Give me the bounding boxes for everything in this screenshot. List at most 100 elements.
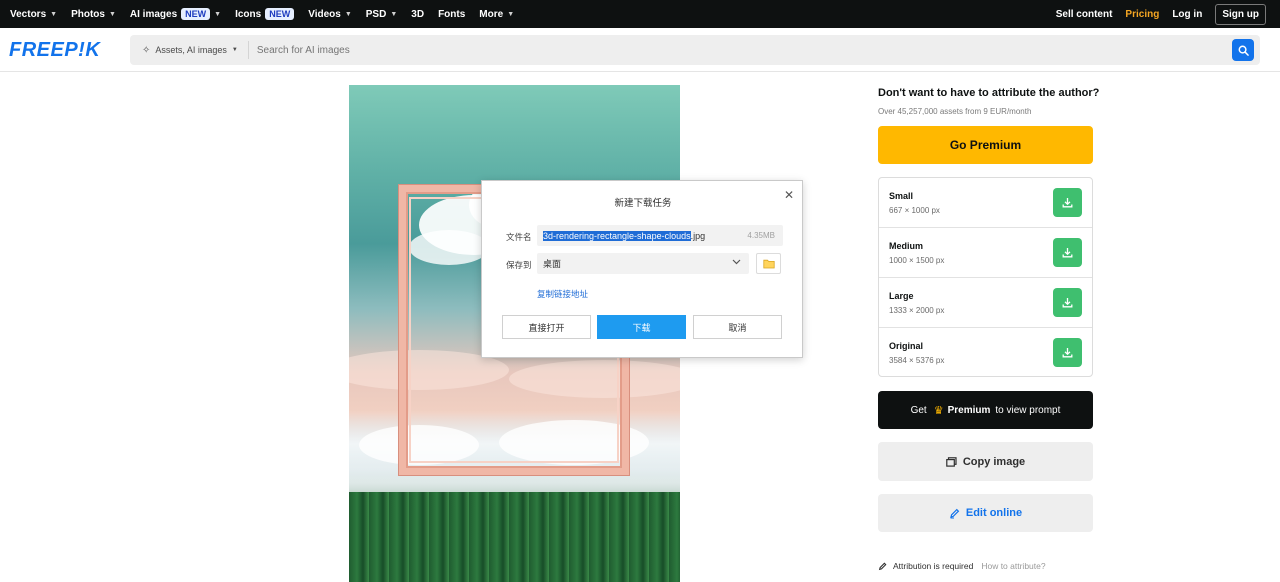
- folder-icon: [762, 259, 775, 268]
- size-dimensions: 1000 × 1500 px: [889, 256, 945, 265]
- sell-content-link[interactable]: Sell content: [1056, 9, 1113, 20]
- download-icon: [1062, 248, 1073, 258]
- attribution-required-text: Attribution is required: [893, 561, 974, 571]
- size-dimensions: 1333 × 2000 px: [889, 306, 945, 315]
- prompt-prefix: Get: [910, 404, 927, 416]
- nav-item-label: Icons: [235, 8, 262, 20]
- filename-extension: .jpg: [690, 230, 706, 241]
- chevron-down-icon: ▼: [108, 10, 116, 18]
- nav-item-videos[interactable]: Videos ▼: [308, 9, 352, 20]
- copy-image-button[interactable]: Copy image: [878, 442, 1093, 481]
- download-original-button[interactable]: [1053, 338, 1082, 367]
- nav-item-ai-images[interactable]: AI images NEW ▼: [130, 8, 221, 20]
- nav-item-label: Vectors: [10, 8, 47, 20]
- top-navigation-bar: Vectors ▼ Photos ▼ AI images NEW ▼ Icons NEW Vide…: [0, 0, 1280, 28]
- size-name: Original: [889, 341, 924, 351]
- filename-label: 文件名: [506, 232, 532, 242]
- signup-button[interactable]: Sign up: [1215, 3, 1266, 25]
- pricing-link[interactable]: Pricing: [1125, 9, 1159, 20]
- chevron-down-icon: ▼: [344, 10, 352, 18]
- search-scope-label: Assets, AI images: [155, 45, 227, 55]
- download-icon: [1062, 198, 1073, 208]
- size-dimensions: 3584 × 5376 px: [889, 356, 945, 365]
- pencil-icon: [949, 508, 960, 519]
- prompt-suffix: to view prompt: [995, 404, 1061, 416]
- size-option-small: Small 667 × 1000 px: [879, 178, 1092, 228]
- filename-field[interactable]: 3d-rendering-rectangle-shape-clouds .jpg …: [537, 225, 783, 246]
- chevron-down-icon: ▼: [507, 10, 515, 18]
- search-bar: ✧ Assets, AI images ▼: [130, 35, 1260, 65]
- copy-link-address[interactable]: 复制链接地址: [537, 288, 588, 300]
- nav-account: Sell content Pricing Log in Sign up: [1056, 0, 1280, 28]
- download-small-button[interactable]: [1053, 188, 1082, 217]
- edit-online-button[interactable]: Edit online: [878, 494, 1093, 532]
- go-premium-button[interactable]: Go Premium: [878, 126, 1093, 164]
- save-to-label: 保存到: [506, 260, 532, 270]
- download-icon: [1062, 298, 1073, 308]
- nav-item-fonts[interactable]: Fonts: [438, 9, 465, 20]
- nav-item-photos[interactable]: Photos ▼: [71, 9, 116, 20]
- download-button[interactable]: 下载: [597, 315, 686, 339]
- prompt-premium: Premium: [947, 404, 991, 416]
- how-to-attribute-link[interactable]: How to attribute?: [981, 561, 1045, 571]
- new-badge: NEW: [265, 8, 295, 20]
- size-dimensions: 667 × 1000 px: [889, 206, 940, 215]
- nav-item-vectors[interactable]: Vectors ▼: [10, 9, 57, 20]
- size-name: Medium: [889, 241, 924, 251]
- nav-item-label: Videos: [308, 8, 341, 20]
- nav-item-more[interactable]: More ▼: [479, 9, 514, 20]
- size-option-original: Original 3584 × 5376 px: [879, 328, 1092, 378]
- freepik-logo[interactable]: FREEP!K: [9, 39, 100, 62]
- nav-item-label: 3D: [411, 8, 425, 20]
- attribution-note: Attribution is required How to attribute…: [878, 561, 1046, 571]
- chevron-down-icon: ▼: [214, 10, 222, 18]
- search-header: FREEP!K ✧ Assets, AI images ▼: [0, 28, 1280, 72]
- download-large-button[interactable]: [1053, 288, 1082, 317]
- search-scope-dropdown[interactable]: ✧ Assets, AI images ▼: [130, 41, 249, 59]
- view-prompt-button[interactable]: Get ♛ Premium to view prompt: [878, 391, 1093, 429]
- size-option-large: Large 1333 × 2000 px: [879, 278, 1092, 328]
- nav-item-3d[interactable]: 3D: [411, 9, 424, 20]
- search-icon: [1238, 45, 1249, 56]
- nav-item-icons[interactable]: Icons NEW: [235, 8, 295, 20]
- chevron-down-icon: ▼: [390, 10, 398, 18]
- nav-item-label: More: [479, 8, 504, 20]
- nav-item-label: PSD: [365, 8, 387, 20]
- nav-item-psd[interactable]: PSD ▼: [366, 9, 398, 20]
- browse-folder-button[interactable]: [756, 253, 781, 274]
- copy-image-label: Copy image: [962, 455, 1026, 468]
- chevron-down-icon: ▼: [50, 10, 58, 18]
- save-path-select[interactable]: 桌面: [537, 253, 749, 274]
- assets-icon: ✧: [142, 44, 151, 56]
- nav-categories: Vectors ▼ Photos ▼ AI images NEW ▼ Icons NEW Vide…: [0, 0, 528, 28]
- cancel-button[interactable]: 取消: [693, 315, 782, 339]
- login-link[interactable]: Log in: [1172, 9, 1202, 20]
- premium-subtitle: Over 45,257,000 assets from 9 EUR/month: [878, 107, 1032, 116]
- filename-selected-text: 3d-rendering-rectangle-shape-clouds: [543, 230, 691, 241]
- size-name: Small: [889, 191, 914, 201]
- edit-online-label: Edit online: [965, 507, 1023, 519]
- download-medium-button[interactable]: [1053, 238, 1082, 267]
- search-button[interactable]: [1232, 39, 1254, 61]
- chevron-down-icon: [732, 258, 741, 267]
- new-badge: NEW: [181, 8, 211, 20]
- dialog-title: 新建下载任务: [614, 198, 672, 209]
- crown-icon: ♛: [933, 404, 944, 417]
- nav-item-label: Fonts: [438, 8, 466, 20]
- attribution-heading: Don't want to have to attribute the auth…: [878, 87, 1100, 99]
- download-sizes-list: Small 667 × 1000 px Medium 1000 × 1500 px La…: [878, 177, 1093, 377]
- save-path-value: 桌面: [543, 259, 562, 269]
- nav-item-label: Photos: [71, 8, 105, 20]
- nav-item-label: AI images: [129, 8, 178, 20]
- size-option-medium: Medium 1000 × 1500 px: [879, 228, 1092, 278]
- open-directly-button[interactable]: 直接打开: [502, 315, 591, 339]
- file-size: 4.35MB: [747, 231, 775, 240]
- chevron-down-icon: ▼: [231, 47, 238, 53]
- copy-icon: [946, 456, 957, 467]
- search-input[interactable]: [248, 44, 1149, 56]
- new-download-dialog: 新建下载任务 ✕ 文件名 3d-rendering-rectangle-shap…: [481, 180, 803, 358]
- pencil-icon: [878, 562, 887, 571]
- forest-layer: [349, 492, 680, 582]
- size-name: Large: [889, 291, 914, 301]
- close-icon[interactable]: ✕: [784, 188, 794, 202]
